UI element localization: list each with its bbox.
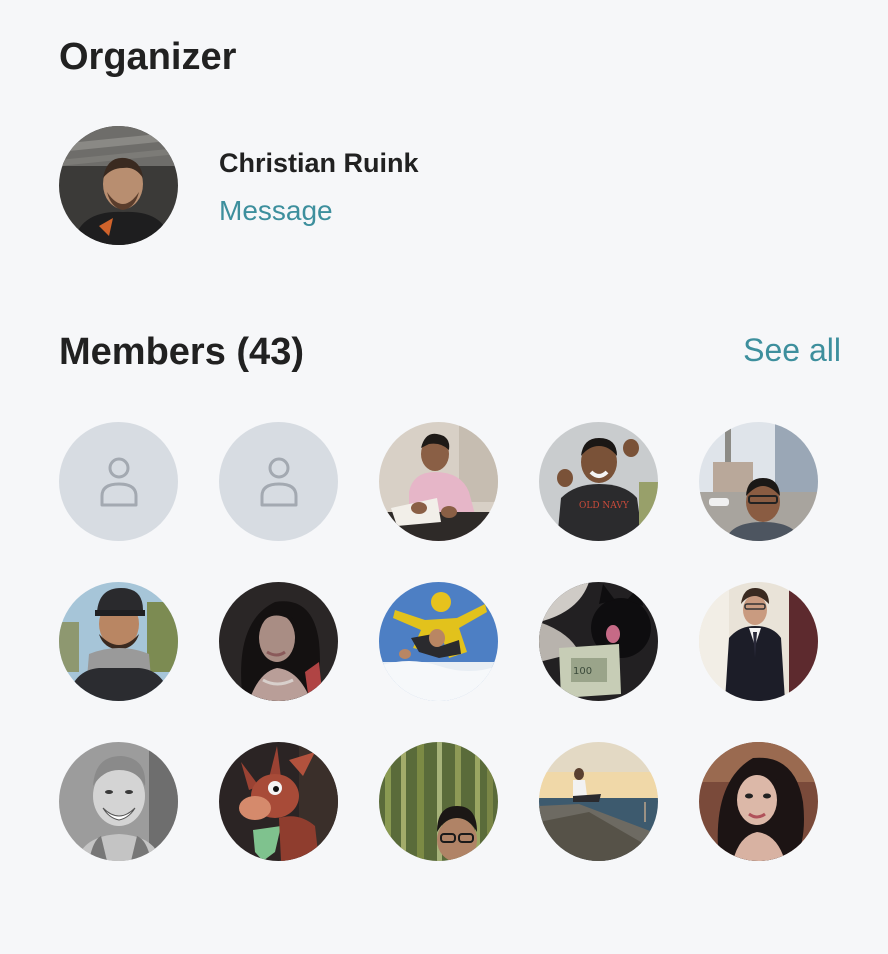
member-avatar[interactable] — [379, 422, 498, 541]
member-photo: 100 — [539, 582, 658, 701]
member-avatar[interactable]: OLD NAVY — [539, 422, 658, 541]
svg-text:100: 100 — [573, 666, 592, 677]
svg-text:OLD NAVY: OLD NAVY — [579, 501, 630, 511]
organizer-name[interactable]: Christian Ruink — [219, 148, 419, 179]
member-avatar[interactable] — [59, 582, 178, 701]
see-all-members-link[interactable]: See all — [743, 332, 841, 369]
member-avatar[interactable] — [699, 582, 818, 701]
organizer-heading: Organizer — [59, 36, 237, 78]
member-photo — [219, 742, 338, 861]
member-photo — [699, 582, 818, 701]
member-avatar[interactable] — [539, 742, 658, 861]
member-avatar[interactable] — [219, 422, 338, 541]
member-photo — [219, 582, 338, 701]
member-photo — [539, 742, 658, 861]
user-placeholder-icon — [100, 457, 137, 506]
member-avatar[interactable] — [379, 582, 498, 701]
member-avatar[interactable] — [219, 582, 338, 701]
member-photo — [59, 742, 178, 861]
member-photo: OLD NAVY — [539, 422, 658, 541]
member-avatar[interactable] — [699, 742, 818, 861]
member-photo — [379, 742, 498, 861]
members-grid: OLD NAVY 100 — [59, 422, 819, 861]
member-photo — [699, 742, 818, 861]
organizer-photo — [59, 126, 178, 245]
member-avatar[interactable] — [379, 742, 498, 861]
members-heading: Members (43) — [59, 331, 304, 373]
member-avatar[interactable] — [699, 422, 818, 541]
member-photo — [379, 582, 498, 701]
member-avatar[interactable]: 100 — [539, 582, 658, 701]
user-placeholder-icon — [260, 457, 297, 506]
member-avatar[interactable] — [219, 742, 338, 861]
member-photo — [699, 422, 818, 541]
message-organizer-link[interactable]: Message — [219, 195, 333, 227]
member-avatar[interactable] — [59, 742, 178, 861]
member-photo — [59, 582, 178, 701]
organizer-avatar[interactable] — [59, 126, 178, 245]
member-avatar[interactable] — [59, 422, 178, 541]
member-photo — [379, 422, 498, 541]
